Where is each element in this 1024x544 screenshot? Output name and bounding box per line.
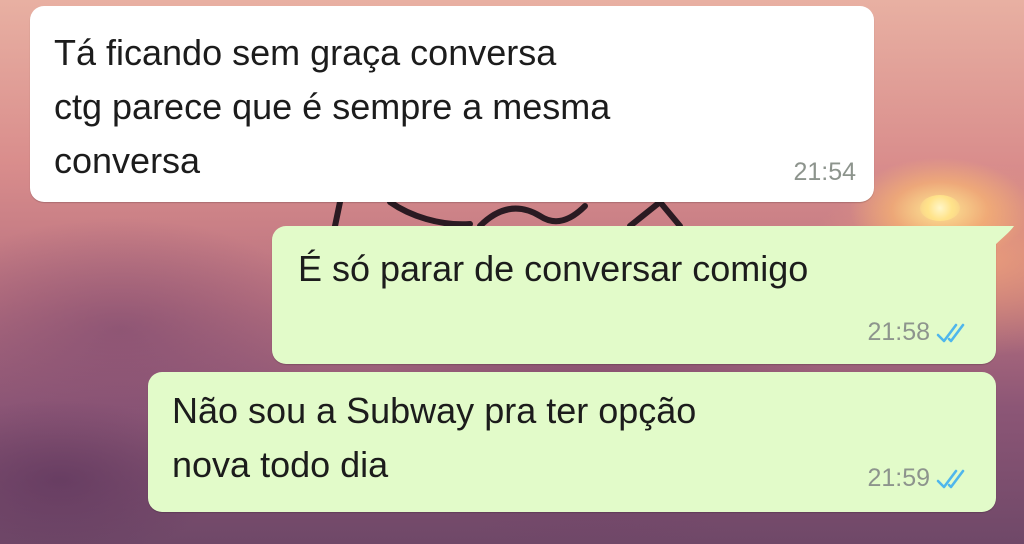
message-timestamp: 21:58	[867, 318, 970, 347]
bubble-tail	[994, 226, 1014, 246]
message-text: É só parar de conversar comigo	[298, 248, 809, 289]
message-time: 21:59	[867, 464, 930, 492]
message-bubble-outgoing[interactable]: É só parar de conversar comigo 21:58	[272, 226, 996, 364]
message-text: Não sou a Subway pra ter opção nova todo…	[172, 390, 697, 485]
double-check-icon	[936, 469, 965, 488]
sun-decoration	[920, 195, 960, 221]
double-check-icon	[936, 323, 965, 342]
message-bubble-outgoing[interactable]: Não sou a Subway pra ter opção nova todo…	[148, 372, 996, 512]
message-bubble-incoming[interactable]: Tá ficando sem graça conversa ctg parece…	[30, 6, 874, 202]
message-timestamp: 21:59	[867, 464, 970, 493]
message-time: 21:58	[867, 318, 930, 346]
message-text: Tá ficando sem graça conversa ctg parece…	[54, 32, 611, 181]
message-timestamp: 21:54	[793, 158, 856, 187]
message-time: 21:54	[793, 158, 856, 186]
